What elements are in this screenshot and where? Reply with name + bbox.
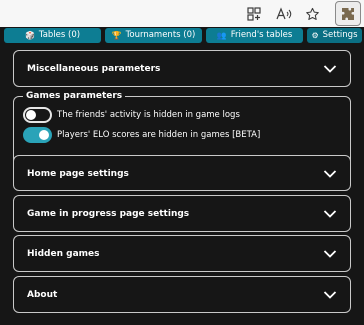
chevron-down-icon: [323, 291, 337, 299]
section-game-in-progress-title: Game in progress page settings: [27, 209, 190, 219]
section-misc-title: Miscellaneous parameters: [27, 64, 161, 74]
elo-hidden-label: Players' ELO scores are hidden in games …: [57, 130, 261, 140]
tab-friends-tables[interactable]: 👥 Friend's tables: [206, 28, 303, 43]
section-game-in-progress[interactable]: Game in progress page settings: [13, 195, 351, 232]
tab-bar: 🎲 Tables (0) 🏆 Tournaments (0) 👥 Friend'…: [0, 27, 364, 44]
games-parameters-title: Games parameters: [23, 90, 126, 102]
toggle-knob: [26, 110, 36, 120]
toggle-knob: [39, 130, 49, 140]
tab-tournaments[interactable]: 🏆 Tournaments (0): [105, 28, 202, 43]
chevron-down-icon: [323, 65, 337, 73]
trophy-icon: 🏆: [111, 30, 122, 40]
dice-icon: 🎲: [24, 30, 35, 40]
tab-friends-tables-label: Friend's tables: [230, 30, 293, 40]
section-about[interactable]: About: [13, 276, 351, 313]
section-home-page[interactable]: Home page settings: [13, 155, 351, 191]
tab-settings-label: Settings: [322, 30, 358, 40]
friends-icon: 👥: [216, 30, 227, 40]
tab-grid-icon[interactable]: [244, 4, 264, 24]
tab-tables[interactable]: 🎲 Tables (0): [4, 28, 101, 43]
gear-icon: ⚙: [311, 30, 319, 40]
section-hidden-games-title: Hidden games: [27, 249, 100, 259]
section-about-title: About: [27, 290, 58, 300]
section-home-page-title: Home page settings: [27, 169, 129, 179]
elo-hidden-toggle[interactable]: [23, 127, 52, 143]
friends-activity-label: The friends' activity is hidden in game …: [57, 110, 240, 120]
section-misc[interactable]: Miscellaneous parameters: [13, 50, 351, 87]
section-hidden-games[interactable]: Hidden games: [13, 235, 351, 272]
chevron-down-icon: [323, 210, 337, 218]
tab-settings[interactable]: ⚙ Settings: [307, 28, 362, 43]
chevron-down-icon: [323, 250, 337, 258]
chevron-down-icon: [323, 170, 337, 178]
extension-puzzle-icon[interactable]: [335, 1, 361, 26]
friends-activity-toggle[interactable]: [23, 107, 52, 123]
read-aloud-icon[interactable]: [274, 4, 294, 24]
tab-tournaments-label: Tournaments (0): [125, 30, 196, 40]
browser-toolbar: [0, 0, 364, 27]
favorite-star-icon[interactable]: [302, 4, 322, 24]
extension-popup: 🎲 Tables (0) 🏆 Tournaments (0) 👥 Friend'…: [0, 27, 364, 325]
tab-tables-label: Tables (0): [38, 30, 81, 40]
